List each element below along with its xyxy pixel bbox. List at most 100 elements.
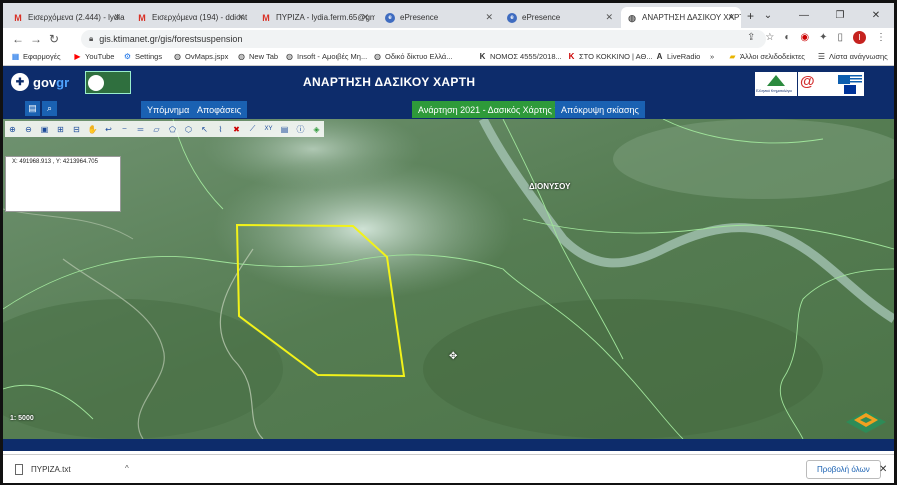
info-icon[interactable]: ⓘ (293, 121, 308, 137)
bookmark-nomos[interactable]: K ΝΟΜΟΣ 4555/2018... (478, 52, 562, 61)
xy-coordinates-icon[interactable]: XY (261, 121, 276, 137)
browser-window: M Εισερχόμενα (2.444) - lydia ✕ M Εισερχ… (3, 3, 894, 483)
bookmark-settings[interactable]: ⚙ Settings (123, 52, 162, 61)
layers-icon[interactable]: ◈ (309, 121, 324, 137)
bookmarks-overflow[interactable]: » (710, 52, 714, 61)
puzzle-icon[interactable]: ✦ (819, 32, 827, 43)
map-view[interactable]: ⊕ ⊖ ▣ ⊞ ⊟ ✋ ↩ ⎯ ═ ▱ ⬠ ⬡ ↖ ⌇ ✖ ⟋ XY ▤ ⓘ ◈… (3, 119, 894, 439)
bookmark-sto-kokkino[interactable]: K ΣΤΟ ΚΟΚΚΙΝΟ | ΑΘ... (567, 52, 653, 61)
ministry-logo (85, 71, 131, 94)
tab-gmail-inbox-1[interactable]: M Εισερχόμενα (2.444) - lydia ✕ (7, 7, 127, 28)
legend-button[interactable]: Υπόμνημα (141, 101, 196, 118)
bookmark-youtube[interactable]: ▶ YouTube (73, 52, 114, 61)
k-icon: K (568, 52, 575, 61)
bookmark-apps[interactable]: ▦ Εφαρμογές (11, 52, 61, 61)
place-label: ΔΙΟΝΥΣΟΥ (529, 182, 571, 191)
close-icon[interactable]: ✕ (879, 464, 887, 475)
close-icon[interactable]: ✕ (113, 12, 121, 23)
url-field[interactable]: 🔒︎ gis.ktimanet.gr/gis/forestsuspension (81, 30, 766, 48)
star-icon[interactable]: ☆ (765, 32, 774, 43)
bookmark-label: ΝΟΜΟΣ 4555/2018... (490, 52, 562, 61)
hide-shading-button[interactable]: Απόκρυψη σκίασης (555, 101, 645, 118)
full-extent-icon[interactable]: ▣ (37, 121, 52, 137)
chevron-up-icon[interactable]: ^ (125, 464, 129, 473)
close-icon[interactable]: ✕ (727, 12, 735, 23)
zoom-out-icon[interactable]: ⊖ (21, 121, 36, 137)
extension-icon[interactable]: ◐ (784, 32, 790, 43)
close-window-button[interactable]: ✕ (858, 3, 894, 28)
avatar[interactable]: I (853, 31, 866, 44)
chevron-down-icon[interactable]: ⌄ (750, 3, 786, 28)
share-icon[interactable]: ⇪ (747, 32, 755, 43)
bookmark-new-tab[interactable]: ◍ New Tab (237, 52, 278, 61)
search-icon[interactable]: ⌕ (42, 101, 57, 116)
download-item[interactable]: ΠΥΡΙΖΑ.txt (15, 464, 71, 475)
restore-button[interactable]: ❐ (822, 3, 858, 28)
map-layer-dropdown[interactable]: Ανάρτηση 2021 - Δασικός Χάρτης ▾ (412, 101, 566, 118)
zoom-in-icon[interactable]: ⊕ (5, 121, 20, 137)
coordinates-panel: X: 491968.913 , Y: 4213964.705 (5, 156, 121, 212)
decisions-button[interactable]: Αποφάσεις (191, 101, 248, 118)
file-icon (15, 464, 23, 475)
tab-epresence-1[interactable]: e ePresence ✕ (379, 7, 499, 28)
tab-epresence-2[interactable]: e ePresence ✕ (501, 7, 619, 28)
gmail-icon: M (262, 12, 270, 23)
move-cursor-icon: ✥ (449, 351, 458, 362)
zoom-box-out-icon[interactable]: ⊟ (69, 121, 84, 137)
bookmark-ovmaps[interactable]: ◍ OvMaps.jspx (173, 52, 228, 61)
lock-icon: 🔒︎ (89, 34, 94, 43)
bookmark-road-network[interactable]: ◍ Οδικό δίκτυο Ελλά... (373, 52, 452, 61)
back-button[interactable]: ← (9, 32, 27, 46)
address-bar: ← → ↻ 🔒︎ gis.ktimanet.gr/gis/forestsuspe… (3, 28, 894, 50)
ktimatologio-map-logo (846, 411, 886, 433)
draw-polygon-icon[interactable]: ⬠ (165, 121, 180, 137)
reload-button[interactable]: ↻ (45, 32, 63, 46)
print-icon[interactable]: ▤ (277, 121, 292, 137)
tab-gmail-pyriza[interactable]: M ΠΥΡΙΖΑ - lydia.ferm.65@gm ✕ (255, 7, 375, 28)
eu-flags-logo: @ (798, 72, 864, 96)
close-icon[interactable]: ✕ (485, 12, 493, 23)
opera-icon[interactable]: ◉ (800, 32, 809, 43)
tab-title: ePresence (400, 13, 439, 22)
bookmark-label: YouTube (85, 52, 115, 61)
globe-icon: ◍ (174, 52, 181, 61)
download-filename: ΠΥΡΙΖΑ.txt (31, 465, 71, 474)
satellite-imagery (3, 119, 894, 439)
forward-button[interactable]: → (27, 32, 45, 46)
zoom-box-icon[interactable]: ⊞ (53, 121, 68, 137)
tab-title: Εισερχόμενα (2.444) - lydia (28, 13, 125, 22)
menu-icon[interactable]: ⋮ (876, 32, 886, 43)
sidebar-icon[interactable]: ▯ (837, 32, 843, 43)
info-query-icon[interactable]: ↩ (101, 121, 116, 137)
logo-text: gov (33, 74, 57, 90)
site-header: ✚ gov gr ΑΝΑΡΤΗΣΗ ΔΑΣΙΚΟΥ ΧΑΡΤΗ Ελληνικό … (3, 66, 894, 99)
measure-distance-icon[interactable]: ═ (133, 121, 148, 137)
youtube-icon: ▶ (74, 52, 81, 61)
measure-line-icon[interactable]: ⎯ (117, 121, 132, 137)
clear-icon[interactable]: ✖ (229, 121, 244, 137)
close-icon[interactable]: ✕ (361, 12, 369, 23)
bookmark-label: » (710, 52, 715, 61)
select-pointer-icon[interactable]: ↖ (197, 121, 212, 137)
select-shape-icon[interactable]: ⬡ (181, 121, 196, 137)
bookmark-liveradio[interactable]: A LiveRadio (655, 52, 701, 61)
bookmark-insoft[interactable]: ◍ Insoft - Αμοιβές Μη... (285, 52, 367, 61)
govgr-logo[interactable]: ✚ gov gr (11, 73, 69, 91)
close-icon[interactable]: ✕ (237, 12, 245, 23)
bookmark-label: Οδικό δίκτυο Ελλά... (385, 52, 453, 61)
ktimatologio-caption: Ελληνικό Κτηματολόγιο (756, 89, 792, 93)
edit-vertex-icon[interactable]: ⌇ (213, 121, 228, 137)
gmail-icon: M (14, 12, 22, 23)
measure-area-icon[interactable]: ▱ (149, 121, 164, 137)
pan-icon[interactable]: ✋ (85, 121, 100, 137)
graph-icon[interactable]: ⟋ (245, 121, 260, 137)
bookmark-reading-list[interactable]: ☰ Λίστα ανάγνωσης (817, 52, 888, 61)
tab-gmail-inbox-2[interactable]: M Εισερχόμενα (194) - ddiont ✕ (131, 7, 251, 28)
show-all-button[interactable]: Προβολή όλων (806, 460, 881, 479)
bookmark-other[interactable]: ▰ Άλλοι σελιδοδείκτες (728, 52, 804, 61)
bookmark-label: ΣΤΟ ΚΟΚΚΙΝΟ | ΑΘ... (579, 52, 653, 61)
tab-forest-map[interactable]: ◍ ΑΝΑΡΤΗΣΗ ΔΑΣΙΚΟΥ ΧΑΡΤΗ ✕ (621, 7, 741, 28)
close-icon[interactable]: ✕ (605, 12, 613, 23)
document-icon[interactable]: ▤ (25, 101, 40, 116)
minimize-button[interactable]: — (786, 3, 822, 28)
